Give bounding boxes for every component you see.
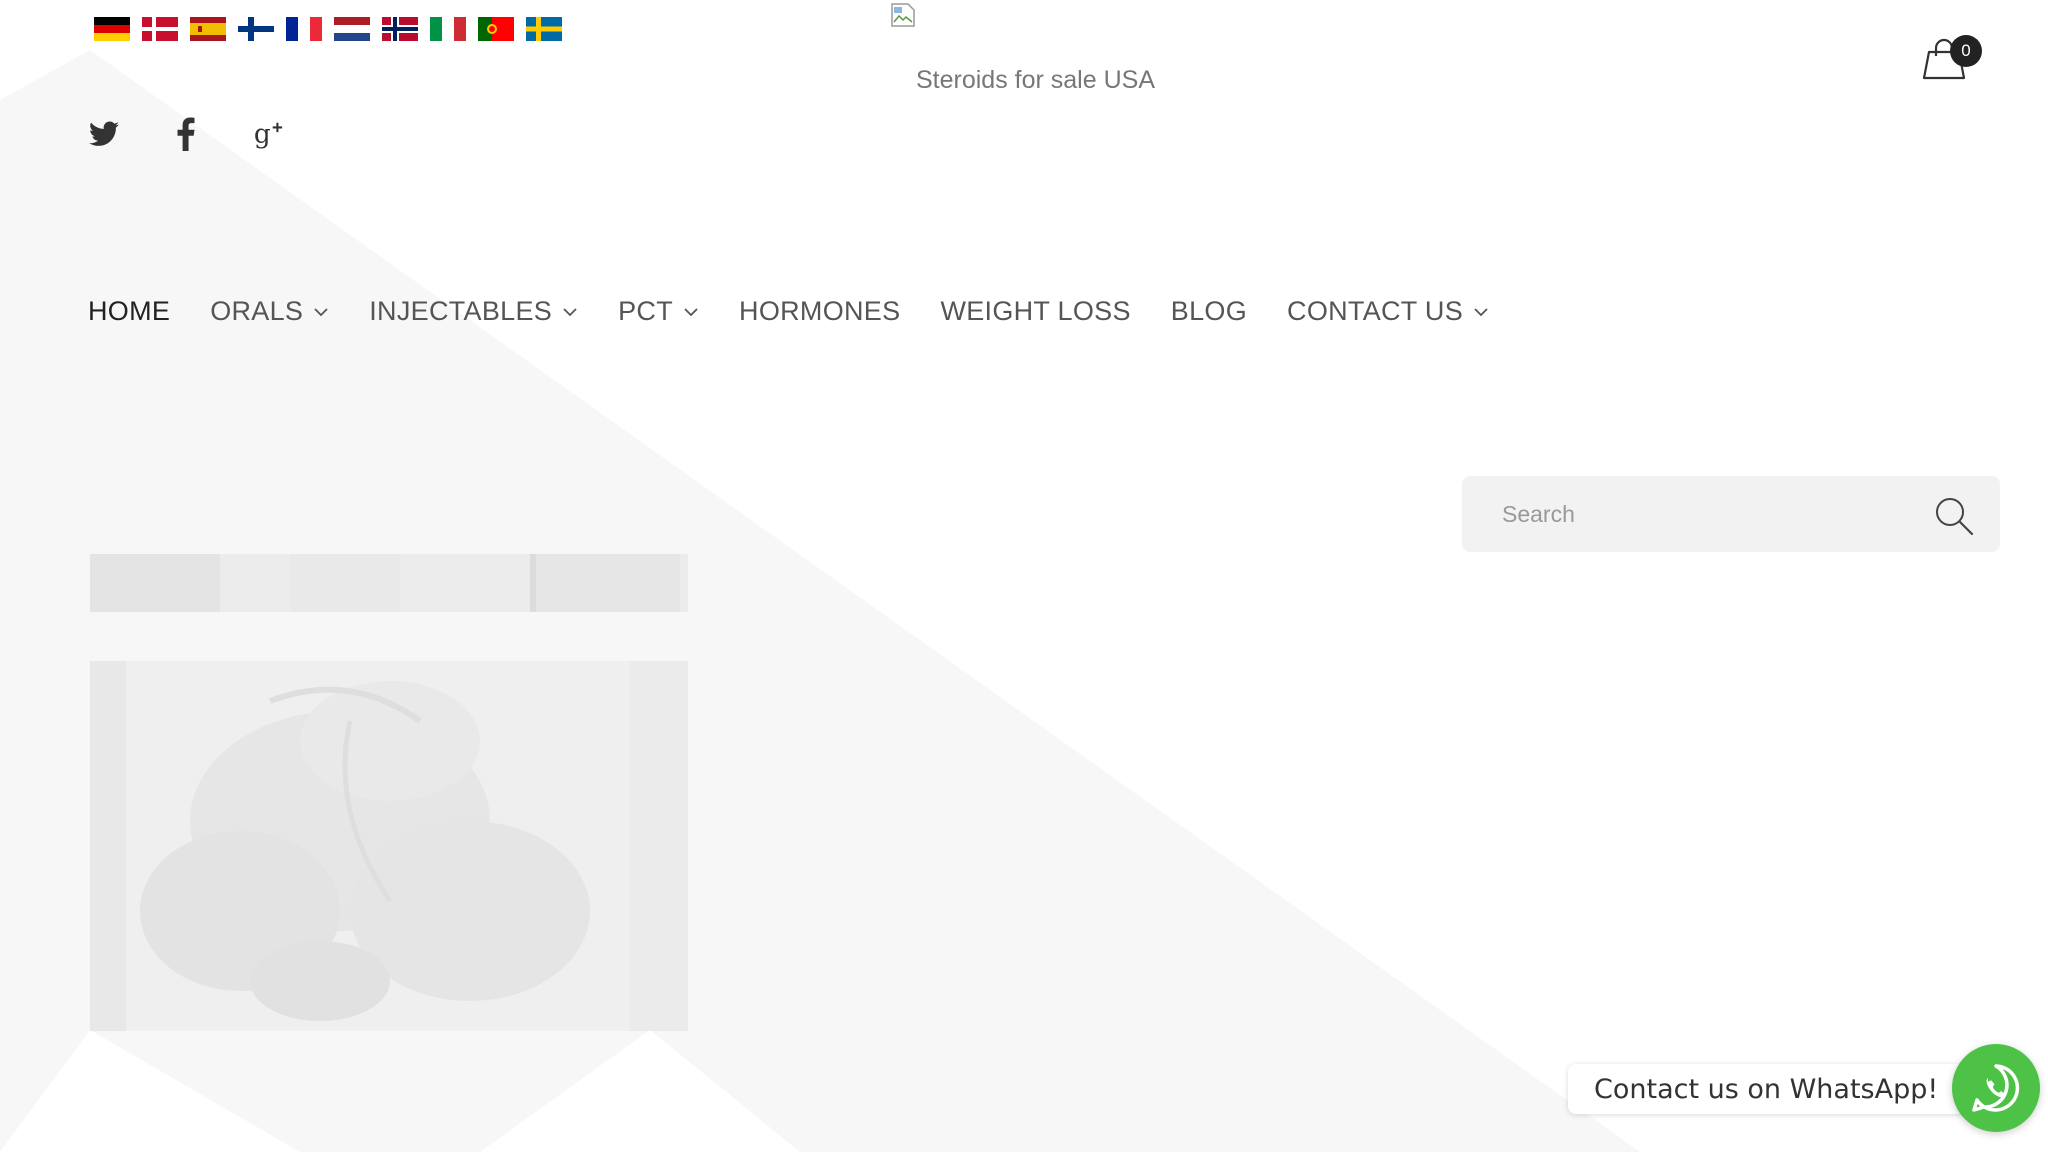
nav-item-label: CONTACT US — [1287, 296, 1464, 326]
main-navigation: HOME ORALS INJECTABLES PCT HORMONES WEIG… — [88, 296, 1529, 327]
german-flag-icon[interactable] — [94, 17, 130, 41]
whatsapp-button[interactable] — [1952, 1044, 2040, 1132]
search-button[interactable] — [1932, 494, 1976, 538]
search-icon — [1936, 498, 1974, 536]
italian-flag-icon[interactable] — [430, 17, 466, 41]
svg-text:g: g — [254, 119, 271, 149]
nav-item-weight-loss[interactable]: WEIGHT LOSS — [940, 296, 1130, 327]
spanish-flag-icon[interactable] — [190, 17, 226, 41]
nav-item-injectables[interactable]: INJECTABLES — [369, 296, 578, 327]
nav-item-label: ORALS — [210, 296, 304, 326]
social-links: g — [88, 117, 284, 151]
swedish-flag-icon[interactable] — [526, 17, 562, 41]
featured-image[interactable] — [90, 661, 688, 1031]
chevron-down-icon — [563, 307, 577, 316]
nav-item-label: BLOG — [1170, 296, 1248, 326]
dutch-flag-icon[interactable] — [334, 17, 370, 41]
search-box — [1462, 476, 2000, 552]
chevron-down-icon — [314, 307, 328, 316]
norwegian-flag-icon[interactable] — [382, 17, 418, 41]
nav-item-label: HORMONES — [739, 296, 901, 326]
facebook-icon[interactable] — [170, 117, 202, 151]
twitter-icon[interactable] — [88, 118, 120, 150]
page: g Steroids for sale USA 0 HOME ORALS INJ… — [0, 0, 2048, 1152]
nav-item-label: PCT — [618, 296, 674, 326]
nav-item-label: HOME — [88, 296, 171, 326]
nav-item-home[interactable]: HOME — [88, 296, 170, 327]
site-logo[interactable]: Steroids for sale USA — [890, 2, 1190, 94]
finnish-flag-icon[interactable] — [238, 17, 274, 41]
whatsapp-icon — [1972, 1064, 2020, 1112]
broken-image-icon — [891, 3, 915, 27]
chevron-down-icon — [1474, 307, 1488, 316]
language-switcher — [94, 17, 562, 41]
logo-alt-text: Steroids for sale USA — [916, 66, 1155, 94]
french-flag-icon[interactable] — [286, 17, 322, 41]
danish-flag-icon[interactable] — [142, 17, 178, 41]
portuguese-flag-icon[interactable] — [478, 17, 514, 41]
nav-item-hormones[interactable]: HORMONES — [739, 296, 900, 327]
cart-button[interactable]: 0 — [1920, 35, 1982, 84]
search-input[interactable] — [1490, 476, 1910, 552]
nav-item-label: INJECTABLES — [369, 296, 553, 326]
nav-item-contact-us[interactable]: CONTACT US — [1287, 296, 1489, 327]
nav-item-pct[interactable]: PCT — [618, 296, 699, 327]
google-plus-icon[interactable]: g — [252, 118, 284, 150]
nav-item-orals[interactable]: ORALS — [210, 296, 329, 327]
nav-item-blog[interactable]: BLOG — [1171, 296, 1247, 327]
chevron-down-icon — [684, 307, 698, 316]
banner-image-strip[interactable] — [90, 554, 688, 612]
whatsapp-label[interactable]: Contact us on WhatsApp! — [1568, 1064, 1965, 1114]
nav-item-label: WEIGHT LOSS — [940, 296, 1131, 326]
cart-count-badge: 0 — [1950, 35, 1982, 67]
